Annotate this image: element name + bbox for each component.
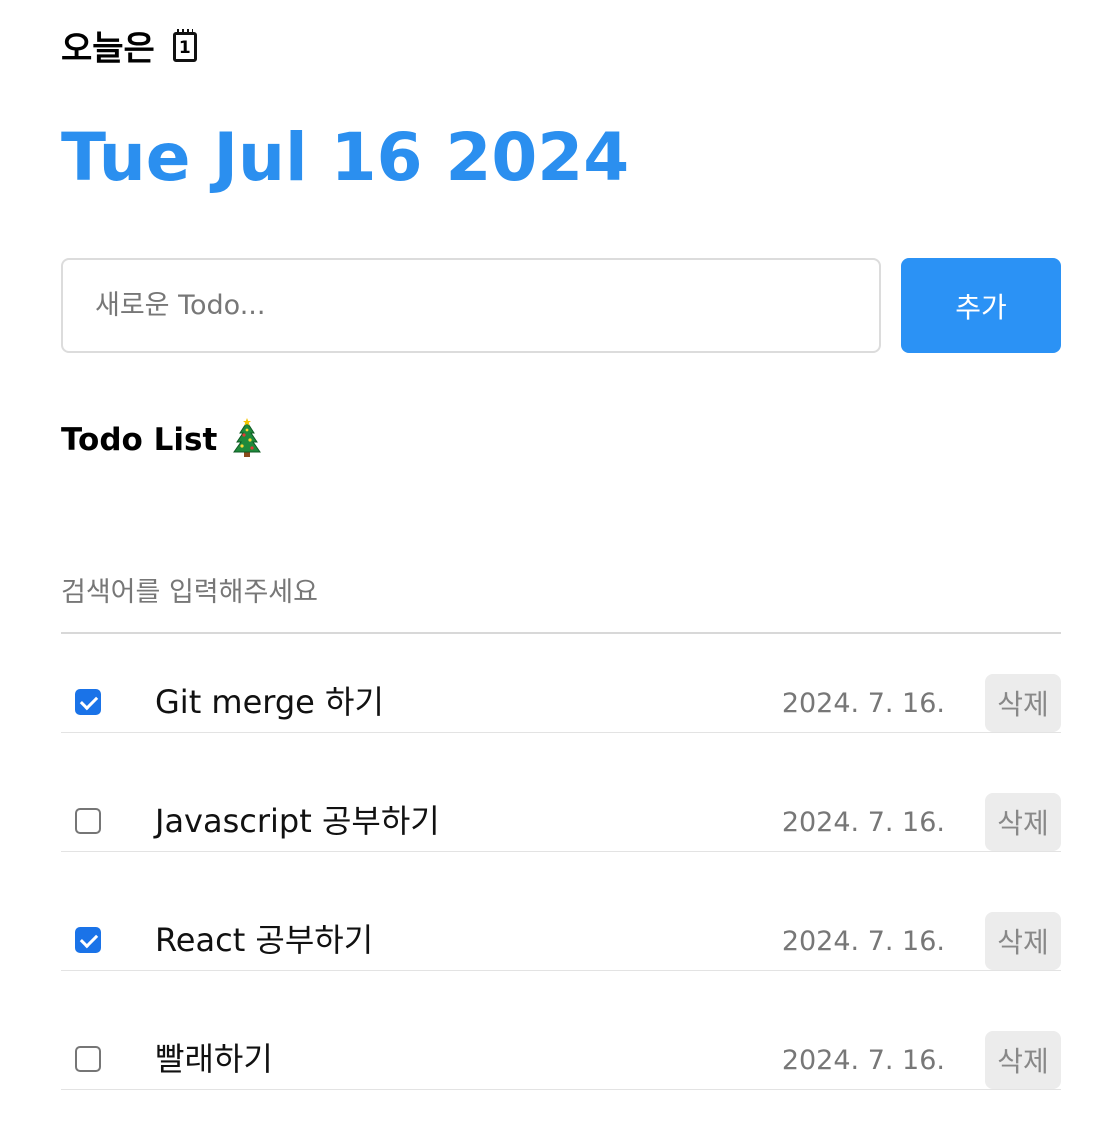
today-date: Tue Jul 16 2024	[61, 119, 630, 196]
todo-item: React 공부하기 2024. 7. 16. 삭제	[61, 910, 1061, 971]
todo-date: 2024. 7. 16.	[781, 688, 945, 719]
todo-date: 2024. 7. 16.	[781, 926, 945, 957]
delete-button[interactable]: 삭제	[985, 674, 1061, 732]
add-button[interactable]: 추가	[901, 258, 1061, 353]
todo-content: Git merge 하기	[155, 683, 384, 721]
todo-content: Javascript 공부하기	[155, 802, 440, 840]
todo-list-title-text: Todo List	[61, 422, 218, 458]
header-title: 오늘은 1	[61, 20, 197, 70]
todo-checkbox[interactable]	[75, 808, 101, 834]
todo-date: 2024. 7. 16.	[781, 807, 945, 838]
todo-item: Javascript 공부하기 2024. 7. 16. 삭제	[61, 791, 1061, 852]
christmas-tree-icon	[233, 418, 262, 457]
todo-content: React 공부하기	[155, 921, 374, 959]
todo-checkbox[interactable]	[75, 927, 101, 953]
new-todo-input[interactable]	[61, 258, 881, 353]
todo-checkbox[interactable]	[75, 1046, 101, 1072]
todo-list-title: Todo List	[61, 418, 263, 462]
todo-item: Git merge 하기 2024. 7. 16. 삭제	[61, 672, 1061, 733]
delete-button[interactable]: 삭제	[985, 793, 1061, 851]
delete-button[interactable]: 삭제	[985, 912, 1061, 970]
search-input[interactable]	[61, 552, 1061, 634]
todo-item: 빨래하기 2024. 7. 16. 삭제	[61, 1029, 1061, 1090]
delete-button[interactable]: 삭제	[985, 1031, 1061, 1089]
header-title-text: 오늘은	[61, 28, 155, 69]
todo-editor: 추가	[61, 258, 1061, 353]
todo-checkbox[interactable]	[75, 689, 101, 715]
calendar-icon: 1	[172, 29, 197, 62]
todo-date: 2024. 7. 16.	[781, 1045, 945, 1076]
todo-content: 빨래하기	[155, 1040, 273, 1078]
